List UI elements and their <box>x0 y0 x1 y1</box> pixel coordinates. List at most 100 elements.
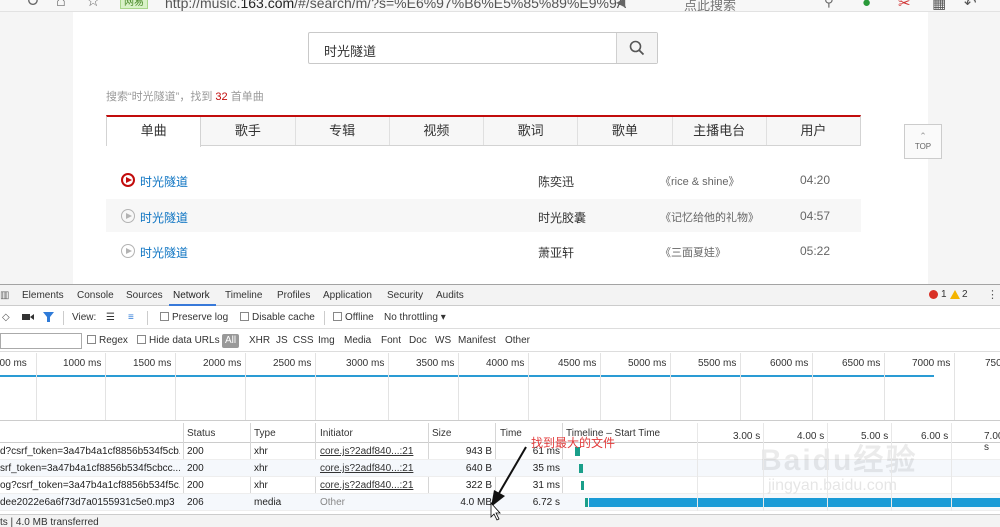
song-row[interactable]: 时光隧道 陈奕迅 《rice & shine》 04:20 <box>106 163 861 196</box>
network-toolbar: ◇ View: ☰ ≡ Preserve log Disable cache O… <box>0 307 1000 329</box>
home-icon[interactable]: ⌂ <box>56 0 66 10</box>
filter-input[interactable] <box>0 333 82 349</box>
search-input[interactable]: 时光隧道 <box>308 32 658 64</box>
camera-icon[interactable] <box>22 312 34 325</box>
tab-audits[interactable]: Audits <box>436 290 464 301</box>
filter-js[interactable]: JS <box>276 335 288 346</box>
tab-network[interactable]: Network <box>173 290 210 301</box>
play-icon[interactable] <box>121 209 135 223</box>
overview-tick-label: 2500 ms <box>273 358 312 369</box>
waterfall-view-icon[interactable]: ≡ <box>128 312 134 323</box>
grid-icon[interactable]: ▦ <box>932 0 946 11</box>
tab-profiles[interactable]: Profiles <box>277 290 310 301</box>
song-duration: 04:20 <box>800 173 831 187</box>
browser-search-input[interactable]: 点此搜索 <box>684 0 736 11</box>
song-name[interactable]: 时光隧道 <box>140 244 188 261</box>
tab-lyrics[interactable]: 歌词 <box>484 117 579 145</box>
song-album[interactable]: 《rice & shine》 <box>660 173 739 189</box>
filter-media[interactable]: Media <box>344 335 371 346</box>
col-status[interactable]: Status <box>187 428 215 439</box>
col-time[interactable]: Time <box>500 428 522 439</box>
song-artist[interactable]: 陈奕迅 <box>538 173 574 190</box>
request-type: xhr <box>254 446 268 457</box>
song-artist[interactable]: 萧亚轩 <box>538 244 574 261</box>
filter-css[interactable]: CSS <box>293 335 314 346</box>
overview-gridline <box>388 353 389 420</box>
waterfall-wait-bar <box>585 498 588 507</box>
filter-icon[interactable] <box>43 312 54 325</box>
request-initiator[interactable]: core.js?2adf840...:21 <box>320 480 425 491</box>
song-artist[interactable]: 时光胶囊 <box>538 209 586 226</box>
song-name[interactable]: 时光隧道 <box>140 209 188 226</box>
filter-doc[interactable]: Doc <box>409 335 427 346</box>
filter-ws[interactable]: WS <box>435 335 451 346</box>
list-view-icon[interactable]: ☰ <box>106 312 115 323</box>
tab-users[interactable]: 用户 <box>767 117 860 145</box>
status-summary: ts | 4.0 MB transferred <box>0 517 99 527</box>
regex-checkbox[interactable]: Regex <box>87 335 128 346</box>
waterfall-bar[interactable] <box>581 481 584 490</box>
play-icon[interactable] <box>121 244 135 258</box>
star-icon[interactable]: ☆ <box>86 0 100 10</box>
overview-tick-label: 4000 ms <box>486 358 525 369</box>
filter-font[interactable]: Font <box>381 335 401 346</box>
request-initiator[interactable]: core.js?2adf840...:21 <box>320 463 425 474</box>
tab-videos[interactable]: 视频 <box>390 117 484 145</box>
throttling-select[interactable]: No throttling ▾ <box>384 312 446 323</box>
offline-checkbox[interactable]: Offline <box>333 312 374 323</box>
tab-elements[interactable]: Elements <box>22 290 64 301</box>
extension-icon[interactable]: ● <box>862 0 871 11</box>
annotation-text: 找到最大的文件 <box>531 436 616 450</box>
col-size[interactable]: Size <box>432 428 451 439</box>
table-row[interactable]: dee2022e6a6f73d7a0155931c5e0.mp3 206 media… <box>0 494 1000 511</box>
hide-data-urls-checkbox[interactable]: Hide data URLs <box>137 335 220 346</box>
overview-gridline <box>245 353 246 420</box>
play-icon[interactable] <box>121 173 135 187</box>
col-type[interactable]: Type <box>254 428 276 439</box>
tab-application[interactable]: Application <box>323 290 372 301</box>
error-icon[interactable] <box>929 290 938 299</box>
error-count[interactable]: 1 <box>941 289 947 300</box>
preserve-log-checkbox[interactable]: Preserve log <box>160 312 228 323</box>
clear-icon[interactable]: ◇ <box>2 312 10 323</box>
filter-all[interactable]: All <box>222 334 240 348</box>
song-row[interactable]: 时光隧道 萧亚轩 《三面夏娃》 05:22 <box>106 234 861 267</box>
tab-radio[interactable]: 主播电台 <box>673 117 767 145</box>
filter-img[interactable]: Img <box>318 335 335 346</box>
back-to-top-button[interactable]: ⌃ TOP <box>904 124 942 159</box>
song-row[interactable]: 时光隧道 时光胶囊 《记忆给他的礼物》 04:57 <box>106 199 861 232</box>
warning-icon[interactable] <box>950 290 960 299</box>
share-icon[interactable]: ◀ <box>616 0 625 10</box>
col-initiator[interactable]: Initiator <box>320 428 353 439</box>
more-options-icon[interactable]: ⋮ <box>987 288 998 301</box>
tab-sources[interactable]: Sources <box>126 290 163 301</box>
tab-security[interactable]: Security <box>387 290 423 301</box>
waterfall-bar[interactable] <box>589 498 1000 507</box>
scissors-icon[interactable]: ✂ <box>898 0 911 11</box>
song-album[interactable]: 《三面夏娃》 <box>660 244 726 260</box>
filter-manifest[interactable]: Manifest <box>458 335 496 346</box>
disable-cache-checkbox[interactable]: Disable cache <box>240 312 315 323</box>
request-initiator[interactable]: core.js?2adf840...:21 <box>320 446 425 457</box>
search-button[interactable] <box>616 33 657 63</box>
overview-gridline <box>175 353 176 420</box>
tab-playlists[interactable]: 歌单 <box>578 117 673 145</box>
active-tab-indicator <box>169 304 216 306</box>
timeline-overview[interactable]: 500 ms 1000 ms 1500 ms 2000 ms 2500 ms 3000 m… <box>0 353 1000 421</box>
song-album[interactable]: 《记忆给他的礼物》 <box>660 209 759 225</box>
tab-artists[interactable]: 歌手 <box>201 117 296 145</box>
waterfall-bar[interactable] <box>579 464 583 473</box>
address-bar[interactable]: http://music.163.com/#/search/m/?s=%E6%9… <box>165 0 626 11</box>
tab-timeline[interactable]: Timeline <box>225 290 262 301</box>
dock-icon[interactable]: ▥ <box>0 290 9 301</box>
magnifier-icon[interactable]: ⚲ <box>824 0 834 10</box>
refresh-icon[interactable]: ↻ <box>26 0 39 10</box>
tab-console[interactable]: Console <box>77 290 114 301</box>
tab-albums[interactable]: 专辑 <box>296 117 390 145</box>
tab-songs[interactable]: 单曲 <box>107 117 202 147</box>
filter-other[interactable]: Other <box>505 335 530 346</box>
undo-icon[interactable]: ↶ <box>964 0 977 11</box>
filter-xhr[interactable]: XHR <box>249 335 270 346</box>
song-name[interactable]: 时光隧道 <box>140 173 188 190</box>
warning-count[interactable]: 2 <box>962 289 968 300</box>
